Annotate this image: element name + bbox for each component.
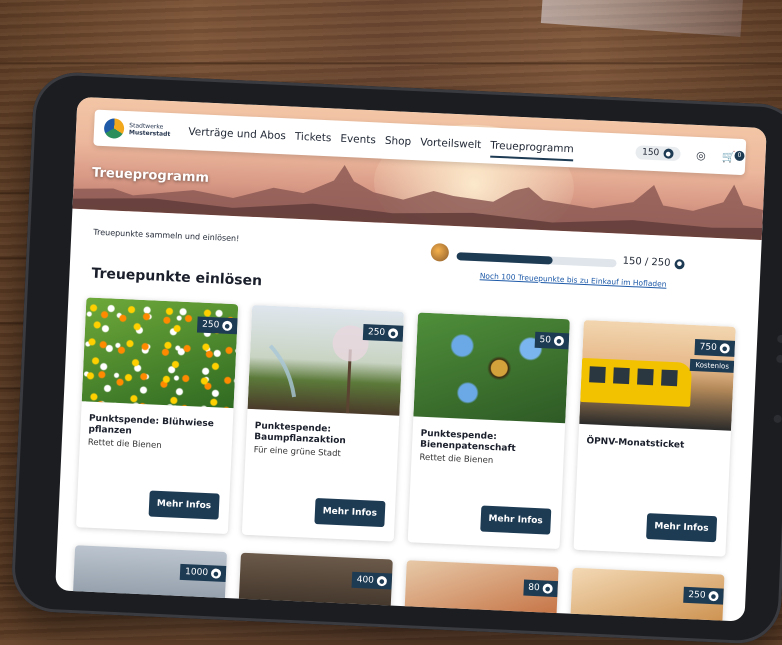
tram-window <box>613 367 630 385</box>
badge-points: 250 <box>367 327 386 338</box>
tram-window <box>637 368 654 386</box>
side-button <box>776 354 782 364</box>
nav-item-treueprogramm[interactable]: Treueprogramm <box>490 140 574 156</box>
logo-text: Stadtwerke Musterstadt <box>129 122 171 138</box>
side-button <box>777 334 782 344</box>
points-progress: 150 / 250 ● Noch 100 Treuepunkte bis zu … <box>430 242 751 289</box>
nav-item-shop[interactable]: Shop <box>385 135 412 148</box>
tablet-screen: Treueprogramm Stadtwerke Musterstadt Ver… <box>55 96 767 622</box>
badge-points: 250 <box>201 319 220 331</box>
reward-card[interactable]: 250 ● Punktespende: Baumpflanzaktion Für … <box>241 304 405 542</box>
more-info-button[interactable]: Mehr Infos <box>479 505 552 535</box>
more-info-button[interactable]: Mehr Infos <box>148 490 220 520</box>
points-badge: 250 ● <box>196 316 238 335</box>
section-title: Treuepunkte einlösen <box>91 265 263 290</box>
reward-card[interactable]: 80 ● <box>404 560 559 622</box>
badge-points: 250 <box>688 590 706 601</box>
points-badge: 400 ● <box>351 571 393 590</box>
intro-text: Treuepunkte sammeln und einlösen! <box>93 227 240 244</box>
card-title: Punktespende: Baumpflanzaktion <box>254 421 346 447</box>
coin-icon: ● <box>708 590 719 602</box>
points-badge: 50 ● <box>534 331 570 350</box>
tree-illustration <box>268 325 369 414</box>
coin-icon: ● <box>553 335 565 347</box>
rewards-grid-row-2: 1000 ● 400 ● 80 ● 250 ● <box>72 545 734 622</box>
badge-points: 400 <box>356 574 375 586</box>
bee-on-flowers-image: 50 ● <box>413 312 570 424</box>
reward-card[interactable]: 400 ● <box>238 552 393 620</box>
flower-meadow-image: 250 ● <box>81 297 239 409</box>
coin-icon: ● <box>663 148 674 159</box>
progress-bar <box>456 252 617 268</box>
hero-banner: Treueprogramm Stadtwerke Musterstadt Ver… <box>72 96 767 240</box>
badge-points: 80 <box>528 582 540 594</box>
cart-icon[interactable]: 🛒 0 <box>721 150 745 163</box>
badge-points: 750 <box>699 342 717 354</box>
reward-card[interactable]: 50 ● Punktespende: Bienenpatenschaft Rett… <box>407 312 570 550</box>
coin-icon: ● <box>542 583 553 594</box>
user-icon[interactable]: ◎ <box>696 148 706 161</box>
reward-card[interactable]: 250 ● <box>569 567 725 622</box>
tablet-device: Treueprogramm Stadtwerke Musterstadt Ver… <box>10 70 782 645</box>
points-value: 150 <box>641 147 660 159</box>
avatar <box>430 242 450 262</box>
tram-window <box>661 369 678 387</box>
points-badge: 1000 ● <box>179 563 227 583</box>
nav-item-events[interactable]: Events <box>340 133 376 147</box>
more-info-button[interactable]: Mehr Infos <box>314 497 386 528</box>
tree-planting-image: 250 ● <box>247 304 405 416</box>
reward-card[interactable]: 750 ● Kostenlos ÖPNV-Monatsticket Mehr In… <box>573 319 736 557</box>
progress-goal-link[interactable]: Noch 100 Treuepunkte bis zu Einkauf im H… <box>480 271 667 288</box>
coin-icon: ● <box>222 320 233 332</box>
coin-icon: ● <box>210 568 222 579</box>
company-logo[interactable]: Stadtwerke Musterstadt <box>103 118 171 141</box>
coin-icon: ● <box>376 575 388 587</box>
badge-points: 1000 <box>184 567 209 579</box>
card-title: ÖPNV-Monatsticket <box>586 436 685 451</box>
progress-label: 150 / 250 ● <box>622 255 685 270</box>
cart-count-badge: 0 <box>734 150 745 161</box>
points-balance[interactable]: 150 ● <box>634 145 681 162</box>
card-title: Punktespende: Bienenpatenschaft <box>419 428 516 455</box>
tram-window <box>589 366 606 384</box>
points-badge: 250 ● <box>682 586 724 605</box>
badge-points: 50 <box>539 334 552 346</box>
coin-icon: ● <box>719 343 730 354</box>
rewards-grid: 250 ● Punktspende: Blühwiese pflanzen Ret… <box>75 297 746 557</box>
more-info-button[interactable]: Mehr Infos <box>645 513 718 543</box>
reward-card[interactable]: 250 ● Punktspende: Blühwiese pflanzen Ret… <box>75 297 239 535</box>
progress-value: 150 / 250 <box>622 255 671 269</box>
points-badge: 750 ● <box>694 339 736 357</box>
progress-bar-fill <box>456 252 553 265</box>
logo-mark-icon <box>103 118 125 139</box>
nav-item-vorteilswelt[interactable]: Vorteilswelt <box>420 136 482 151</box>
logo-line-2: Musterstadt <box>128 129 171 139</box>
free-badge: Kostenlos <box>690 358 735 373</box>
side-button <box>773 414 782 424</box>
coin-icon: ● <box>674 258 685 269</box>
nav-item-tickets[interactable]: Tickets <box>295 131 332 145</box>
coin-icon: ● <box>387 328 399 339</box>
points-badge: 250 ● <box>362 323 404 342</box>
nav-right-group: 150 ● ◎ 🛒 0 <box>634 145 745 164</box>
reward-card[interactable]: 1000 ● <box>72 545 228 612</box>
points-badge: 80 ● <box>522 579 559 598</box>
tram-image: 750 ● Kostenlos <box>579 319 736 431</box>
nav-item-vertraege[interactable]: Verträge und Abos <box>188 126 286 142</box>
